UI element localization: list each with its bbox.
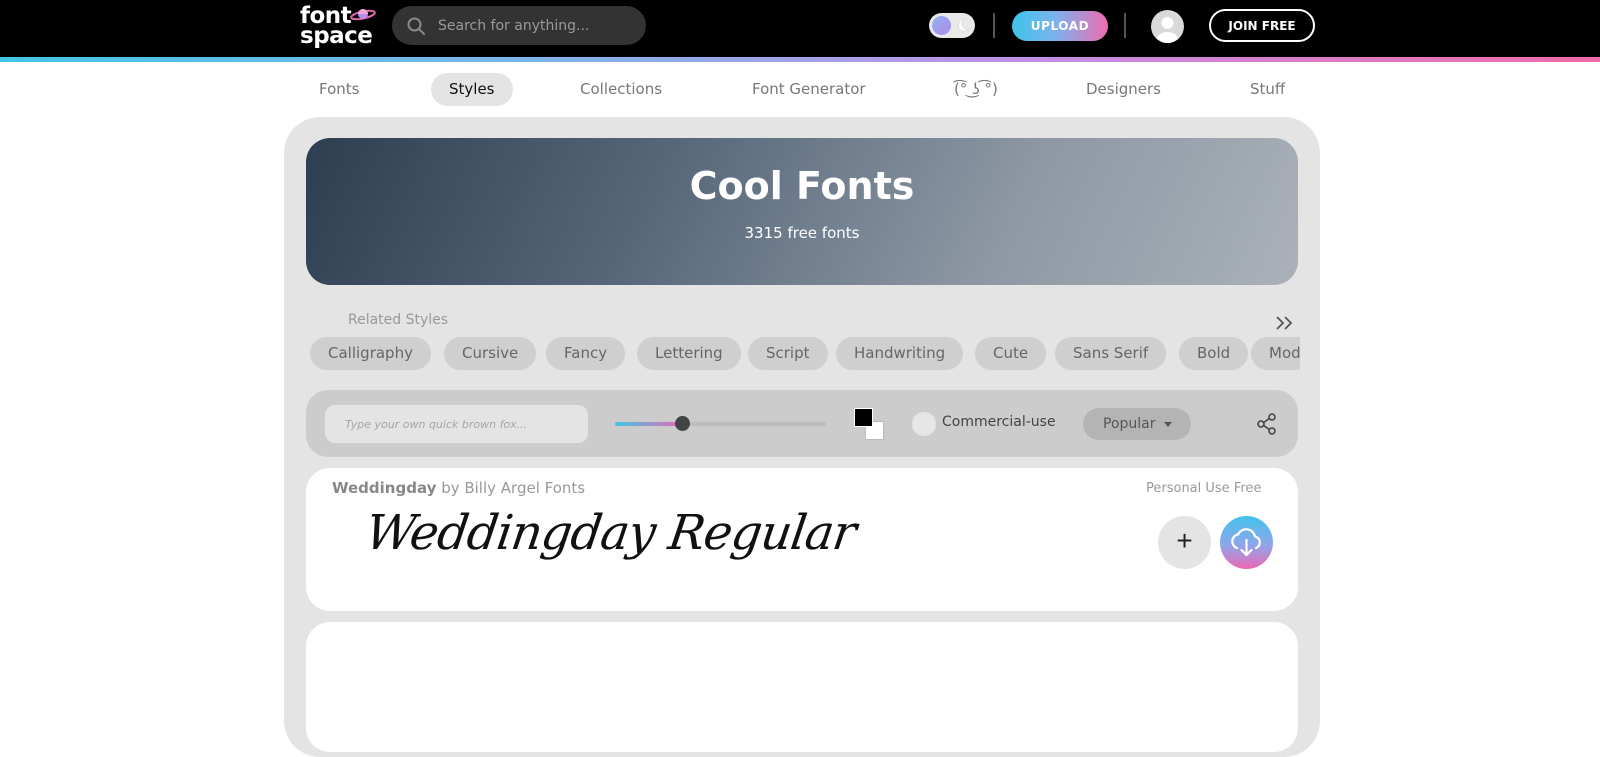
style-chip-modern[interactable]: Modern	[1251, 337, 1300, 370]
preview-text-input[interactable]	[325, 405, 588, 443]
style-chip-bold[interactable]: Bold	[1179, 337, 1249, 370]
font-size-slider-fill	[615, 422, 683, 426]
header-divider	[1124, 13, 1126, 38]
search-icon	[407, 17, 425, 35]
nav-item-designers[interactable]: Designers	[1068, 73, 1179, 106]
fontspace-logo[interactable]: font space	[300, 4, 380, 48]
style-chip-lettering[interactable]: Lettering	[637, 337, 741, 370]
font-license: Personal Use Free	[1146, 481, 1262, 496]
download-button[interactable]	[1220, 516, 1273, 569]
planet-logo-icon	[350, 9, 376, 21]
nav-item-fonts[interactable]: Fonts	[301, 73, 377, 106]
add-to-collection-button[interactable]: +	[1158, 516, 1211, 569]
header-gradient-line	[0, 57, 1600, 62]
search-input[interactable]	[438, 6, 638, 45]
avatar-icon[interactable]	[1151, 10, 1184, 43]
nav-item-stuff[interactable]: Stuff	[1232, 73, 1303, 106]
style-chip-cursive[interactable]: Cursive	[444, 337, 537, 370]
top-bar	[0, 0, 1600, 57]
cloud-download-icon	[1231, 528, 1261, 557]
logo-line2: space	[300, 23, 373, 49]
page-title: Cool Fonts	[689, 164, 915, 208]
upload-button[interactable]: UPLOAD	[1012, 11, 1108, 41]
share-icon[interactable]	[1256, 413, 1278, 435]
style-chip-sans-serif[interactable]: Sans Serif	[1055, 337, 1167, 370]
font-card	[306, 622, 1298, 752]
font-size-slider-thumb[interactable]	[675, 416, 691, 431]
style-chip-fancy[interactable]: Fancy	[546, 337, 626, 370]
header-divider	[993, 13, 995, 38]
search-bar[interactable]	[392, 6, 646, 45]
related-styles-title: Related Styles	[348, 312, 449, 328]
commercial-use-label: Commercial-use	[942, 414, 1056, 430]
caret-down-icon	[1164, 422, 1172, 427]
style-chip-cute[interactable]: Cute	[975, 337, 1047, 370]
font-card-title[interactable]: Weddingday by Billy Argel Fonts	[332, 479, 585, 497]
commercial-use-checkbox[interactable]	[912, 412, 936, 436]
dark-mode-toggle[interactable]	[929, 13, 975, 38]
plus-icon: +	[1176, 525, 1193, 556]
nav-item-font-generator[interactable]: Font Generator	[734, 73, 884, 106]
main-nav: Fonts Styles Collections Font Generator …	[0, 73, 1600, 107]
font-designer[interactable]: by Billy Argel Fonts	[441, 479, 585, 497]
sort-label: Popular	[1103, 416, 1156, 432]
double-chevron-right-icon[interactable]	[1274, 314, 1296, 332]
moon-icon	[958, 18, 970, 32]
style-chip-handwriting[interactable]: Handwriting	[836, 337, 964, 370]
nav-item-collections[interactable]: Collections	[562, 73, 680, 106]
font-count: 3315 free fonts	[744, 224, 860, 242]
sort-dropdown[interactable]: Popular	[1083, 408, 1191, 440]
nav-item-styles[interactable]: Styles	[431, 73, 513, 106]
font-name[interactable]: Weddingday	[332, 479, 436, 497]
related-styles-list: Calligraphy Cursive Fancy Lettering Scri…	[310, 337, 1300, 371]
join-free-button[interactable]: JOIN FREE	[1209, 9, 1315, 42]
style-chip-script[interactable]: Script	[748, 337, 828, 370]
hero-banner: Cool Fonts 3315 free fonts	[306, 138, 1298, 285]
font-preview-text[interactable]: Weddingday Regular	[362, 505, 859, 561]
toggle-knob	[932, 16, 951, 35]
style-chip-calligraphy[interactable]: Calligraphy	[310, 337, 431, 370]
text-color-swatch[interactable]	[854, 408, 873, 427]
nav-item-lenny-face[interactable]: (͡° ͜ʖ ͡°)	[936, 73, 1016, 106]
